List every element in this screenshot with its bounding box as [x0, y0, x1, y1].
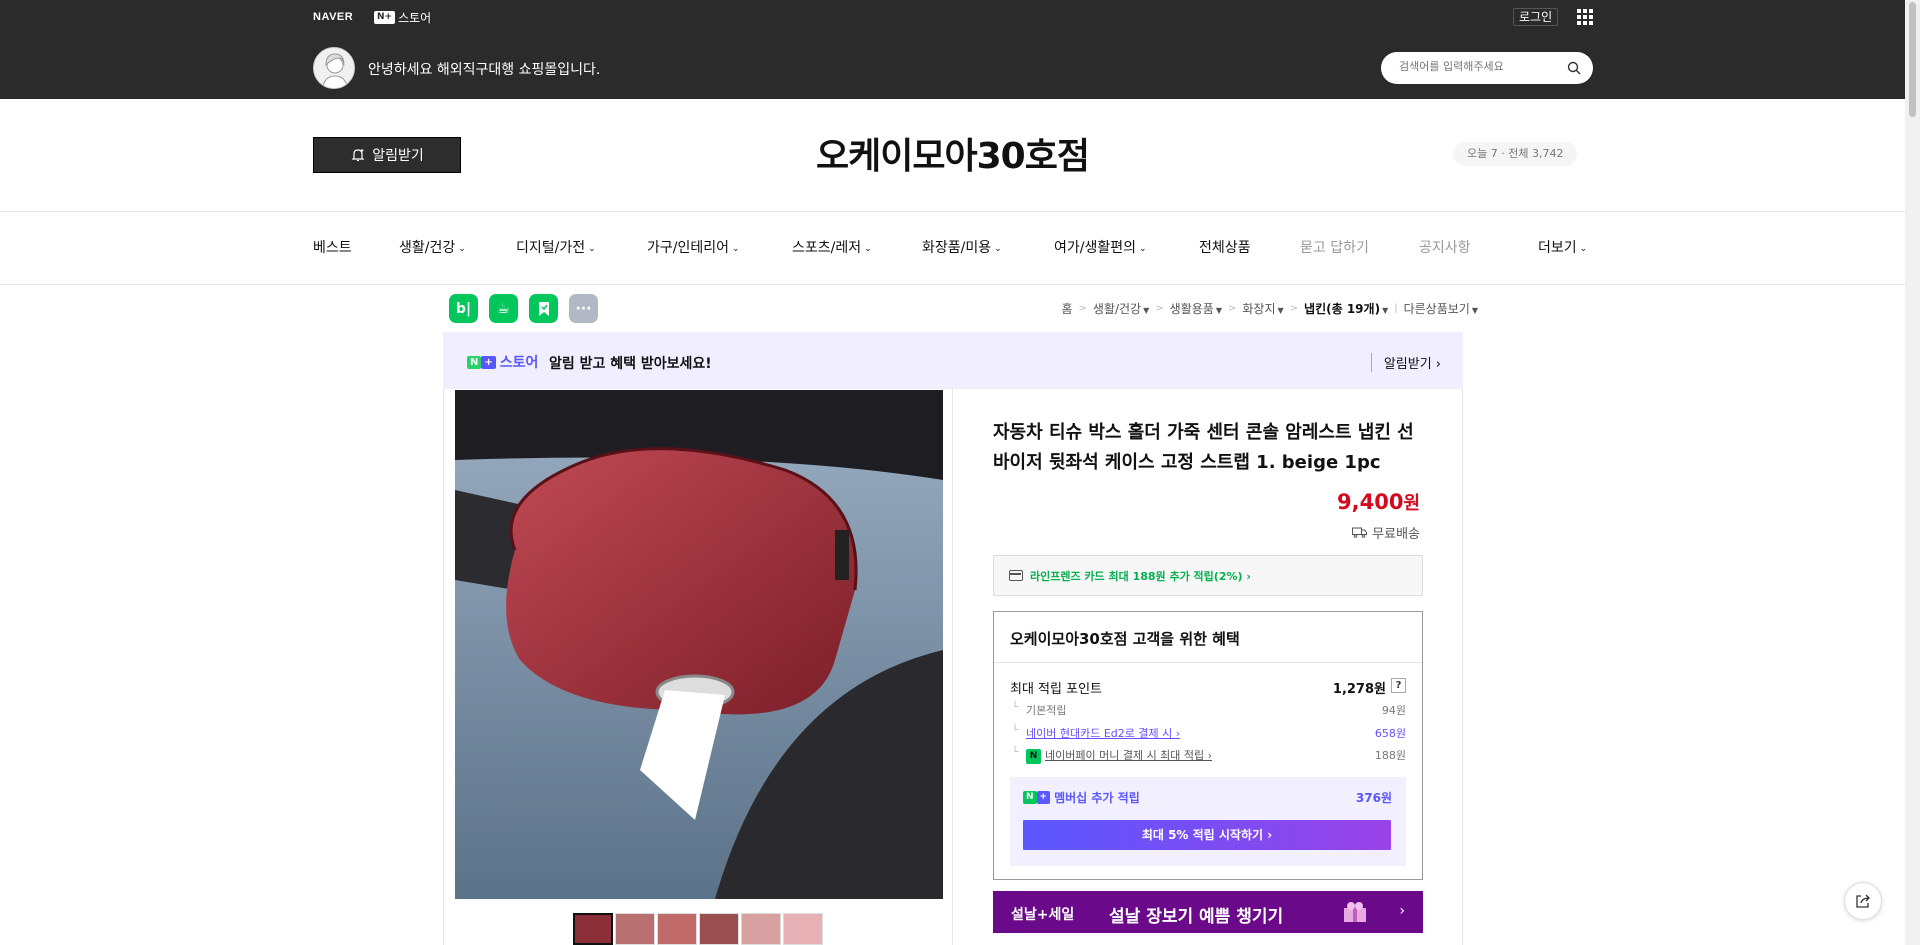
naver-plus-store-logo: N + 스토어 — [467, 352, 538, 372]
naver-plus-store-link[interactable]: N+ 스토어 — [374, 9, 431, 26]
chevron-down-icon: ⌄ — [732, 244, 740, 254]
store-label: 스토어 — [398, 11, 432, 25]
shipping-info: 무료배송 — [1352, 523, 1420, 542]
store-avatar — [313, 47, 355, 89]
nav-item-qna[interactable]: 묻고 답하기 — [1300, 237, 1369, 257]
page-scrollbar[interactable] — [1905, 0, 1920, 945]
naver-plus-badge: N+ — [374, 11, 396, 24]
customer-benefit-box: 오케이모아30호점 고객을 위한 혜택 최대 적립 포인트 1,278원 ? 기… — [993, 611, 1423, 880]
bookmark-share-icon[interactable] — [529, 294, 558, 323]
promo-message: 알림 받고 혜택 받아보세요! — [549, 356, 712, 372]
chevron-down-icon: ⌄ — [864, 244, 872, 254]
nav-item-more[interactable]: 더보기 ⌄ — [1538, 237, 1587, 257]
product-thumbnail[interactable] — [783, 913, 823, 945]
product-thumbnail[interactable] — [615, 913, 655, 945]
product-title: 자동차 티슈 박스 홀더 가죽 센터 콘솔 암레스트 냅킨 선 바이저 뒷좌석 … — [993, 422, 1414, 473]
membership-value: 376원 — [1355, 791, 1392, 805]
chevron-down-icon: ⌄ — [1579, 244, 1588, 254]
scrollbar-thumb[interactable] — [1909, 2, 1916, 117]
chevron-down-icon: ⌄ — [458, 244, 466, 254]
nav-item-digital[interactable]: 디지털/가전 ⌄ — [516, 237, 596, 257]
nav-item-leisure[interactable]: 여가/생활편의 ⌄ — [1054, 237, 1147, 257]
search-icon[interactable] — [1567, 61, 1581, 75]
product-price: 9,400원 — [1337, 490, 1420, 514]
page: NAVER N+ 스토어 로그인 안녕하세요 해외직구대행 쇼핑몰입니다. 검색… — [0, 0, 1920, 945]
login-button[interactable]: 로그인 — [1513, 8, 1559, 26]
nav-item-best[interactable]: 베스트 — [313, 237, 352, 257]
naverpay-icon: N — [1026, 748, 1041, 764]
membership-start-button[interactable]: 최대 5% 적립 시작하기 › — [1023, 820, 1391, 850]
chevron-down-icon: ⌄ — [1139, 244, 1147, 254]
npay-point-row[interactable]: N네이버페이 머니 결제 시 최대 적립 › 188원 — [1010, 747, 1406, 764]
naver-logo[interactable]: NAVER — [313, 11, 353, 23]
breadcrumb: 홈 > 생활/건강 ▼ > 생활용품 ▼ > 화장지 ▼ > 냅킨(총 19개) ▼ |… — [1061, 300, 1478, 317]
store-promo-banner: N + 스토어 알림 받고 혜택 받아보세요! 알림받기 › — [443, 332, 1463, 389]
global-header: NAVER N+ 스토어 로그인 안녕하세요 해외직구대행 쇼핑몰입니다. — [0, 0, 1905, 99]
nav-item-living-health[interactable]: 생활/건강 ⌄ — [399, 237, 466, 257]
more-share-icon[interactable]: ··· — [569, 294, 598, 323]
truck-icon — [1352, 527, 1368, 538]
benefit-title: 오케이모아30호점 고객을 위한 혜택 — [1010, 630, 1240, 648]
product-thumbnail[interactable] — [741, 913, 781, 945]
nav-item-beauty[interactable]: 화장품/미용 ⌄ — [922, 237, 1002, 257]
header-divider — [0, 211, 1905, 212]
breadcrumb-home[interactable]: 홈 — [1061, 300, 1072, 317]
nav-item-notice[interactable]: 공지사항 — [1419, 237, 1471, 257]
product-thumbnail[interactable] — [657, 913, 697, 945]
max-point-row: 최대 적립 포인트 1,278원 ? — [1010, 678, 1406, 697]
product-divider — [952, 389, 953, 945]
breadcrumb-category-1[interactable]: 생활/건강 ▼ — [1093, 300, 1149, 317]
card-benefit-link[interactable]: 라인프렌즈 카드 최대 188원 추가 적립(2%) › — [993, 555, 1423, 596]
share-icons: b| ☕ ··· — [449, 294, 598, 323]
visit-counter: 오늘 7 · 전체 3,742 — [1453, 142, 1578, 166]
nav-divider — [0, 284, 1905, 285]
banner-tag: 설날+세일 — [1011, 907, 1075, 923]
apps-grid-icon[interactable] — [1577, 9, 1593, 25]
chevron-down-icon: ⌄ — [994, 244, 1002, 254]
basic-point-row: 기본적립 94원 — [1010, 702, 1406, 718]
nav-item-all-products[interactable]: 전체상품 — [1199, 237, 1251, 257]
product-thumbnail[interactable] — [699, 913, 739, 945]
store-welcome-text: 안녕하세요 해외직구대행 쇼핑몰입니다. — [368, 62, 601, 78]
cafe-share-icon[interactable]: ☕ — [489, 294, 518, 323]
membership-section: N + 멤버십 추가 적립 376원 최대 5% 적립 시작하기 › — [1010, 777, 1406, 866]
help-icon[interactable]: ? — [1391, 678, 1406, 693]
store-title[interactable]: 오케이모아30호점 — [0, 127, 1905, 179]
product-main-image[interactable] — [455, 390, 943, 899]
breadcrumb-category-3[interactable]: 화장지 ▼ — [1242, 300, 1283, 317]
product-thumbnails — [573, 913, 823, 945]
breadcrumb-category-4[interactable]: 냅킨(총 19개) ▼ — [1304, 300, 1388, 317]
search-input[interactable] — [1399, 60, 1559, 73]
breadcrumb-category-2[interactable]: 생활용품 ▼ — [1170, 300, 1222, 317]
promo-alarm-link[interactable]: 알림받기 › — [1370, 353, 1441, 372]
other-products-dropdown[interactable]: 다른상품보기 ▼ — [1404, 300, 1478, 317]
floating-share-button[interactable] — [1844, 882, 1882, 920]
seollal-sale-banner[interactable]: 설날+세일 설날 장보기 예쁨 챙기기 › — [993, 891, 1423, 933]
product-thumbnail[interactable] — [573, 913, 613, 945]
nav-item-furniture[interactable]: 가구/인테리어 ⌄ — [647, 237, 740, 257]
banner-arrow-icon: › — [1399, 903, 1405, 919]
gift-illustration-icon — [1344, 902, 1366, 922]
banner-headline: 설날 장보기 예쁨 챙기기 — [1109, 907, 1284, 927]
credit-card-icon — [1009, 570, 1023, 581]
search-box[interactable] — [1381, 52, 1593, 84]
blog-share-icon[interactable]: b| — [449, 294, 478, 323]
membership-label: N + 멤버십 추가 적립 — [1023, 789, 1140, 806]
chevron-down-icon: ⌄ — [588, 244, 596, 254]
share-icon — [1856, 894, 1870, 908]
card-point-row[interactable]: 네이버 현대카드 Ed2로 결제 시 › 658원 — [1010, 725, 1406, 741]
nav-item-sports[interactable]: 스포츠/레저 ⌄ — [792, 237, 872, 257]
